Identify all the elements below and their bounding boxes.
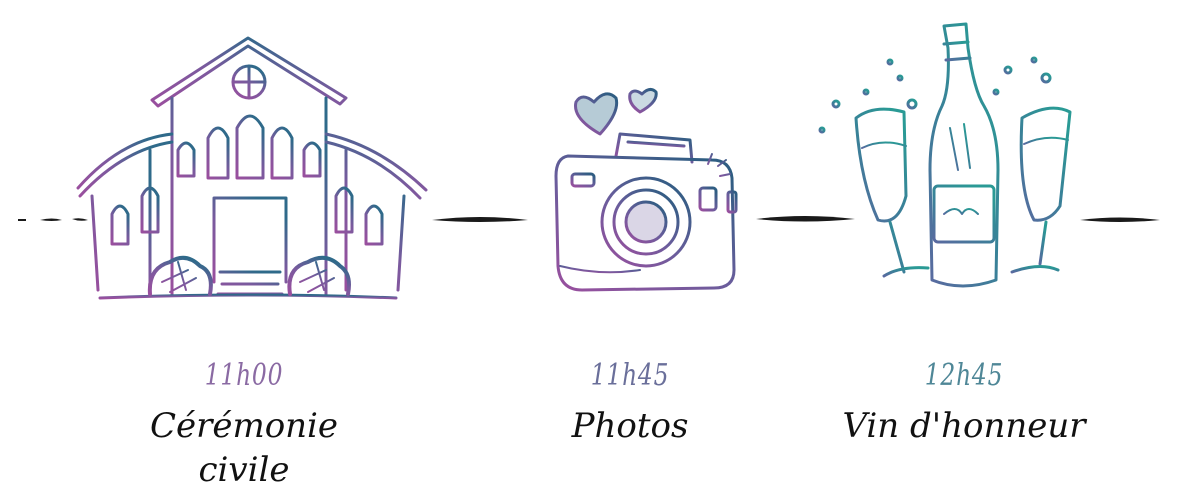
champagne-icon: [818, 22, 1072, 288]
timeline-connectors: [18, 216, 1160, 222]
town-hall-icon: [76, 36, 428, 300]
camera-icon: [554, 87, 738, 292]
event-time: 11h00: [204, 358, 284, 393]
event-label: Photos: [571, 406, 689, 446]
event-label: Cérémonie civile: [149, 406, 339, 490]
event-vin-honneur: 12h45 Vin d'honneur: [834, 358, 1094, 448]
connector-dash: [40, 218, 62, 221]
event-label: Vin d'honneur: [842, 406, 1086, 446]
event-time: 12h45: [924, 358, 1004, 393]
connector-stroke: [756, 216, 855, 222]
event-time: 11h45: [590, 358, 670, 393]
event-ceremony: 11h00 Cérémonie civile: [114, 358, 374, 492]
wedding-timeline: 11h00 Cérémonie civile 11h45 Photos 12h4…: [0, 0, 1181, 490]
event-photos: 11h45 Photos: [500, 358, 760, 448]
connector-dash: [18, 219, 26, 221]
connector-dash: [72, 218, 88, 221]
connector-stroke: [1080, 217, 1160, 222]
connector-stroke: [432, 217, 528, 222]
